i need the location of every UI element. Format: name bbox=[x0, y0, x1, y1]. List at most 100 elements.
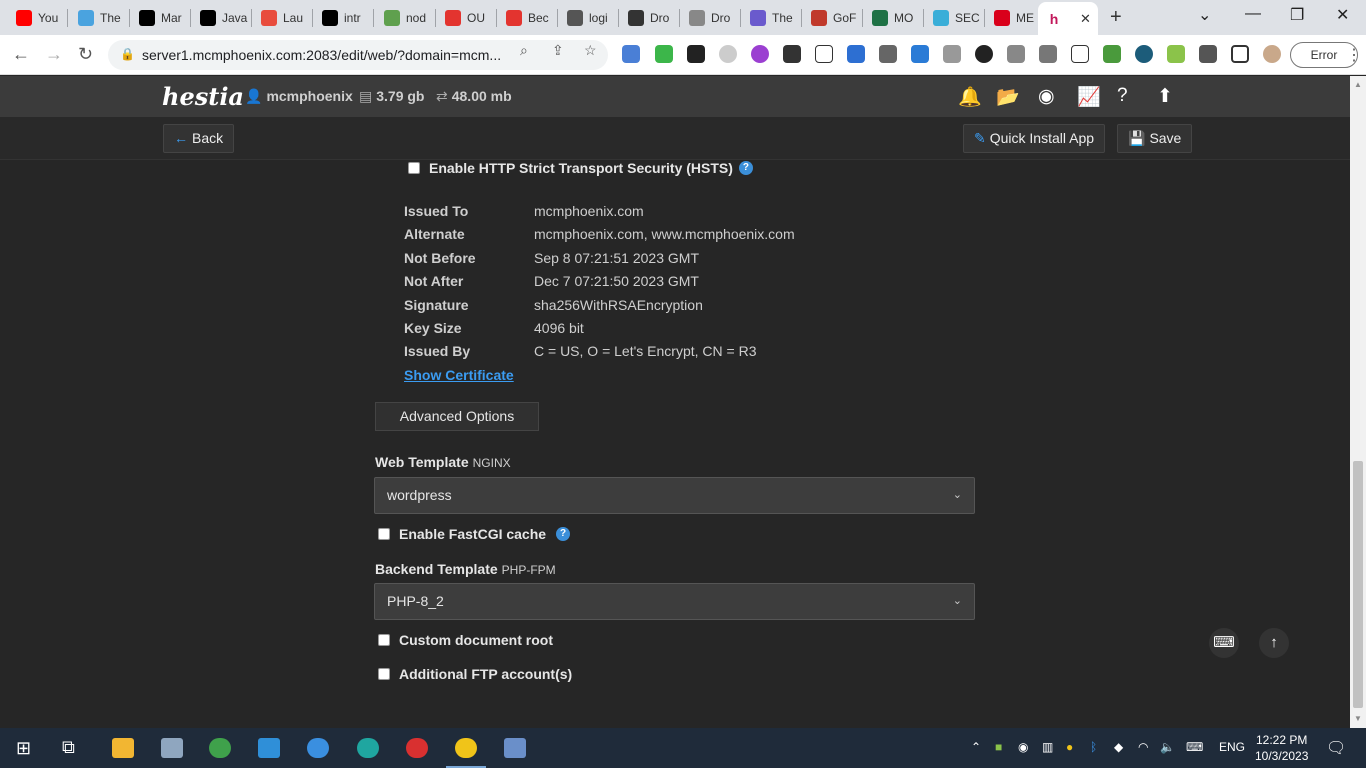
bookmark-star-icon[interactable]: ☆ bbox=[584, 42, 597, 59]
windows-start-icon[interactable]: ⊞ bbox=[16, 738, 31, 759]
language-indicator[interactable]: ENG bbox=[1219, 740, 1245, 754]
upload-icon[interactable]: ⬆ bbox=[1157, 85, 1173, 108]
show-certificate-link[interactable]: Show Certificate bbox=[404, 367, 514, 383]
browser-tab[interactable]: ME bbox=[986, 4, 1042, 31]
tray-app-icon[interactable]: ▥ bbox=[1042, 740, 1053, 754]
browser-menu-icon[interactable]: ⋮ bbox=[1346, 45, 1362, 65]
extension-icon[interactable] bbox=[719, 45, 737, 63]
gear-extension-icon[interactable] bbox=[1039, 45, 1057, 63]
web-template-select[interactable]: wordpress ⌄ bbox=[374, 477, 975, 514]
tab-hestia-active[interactable]: h ✕ bbox=[1038, 2, 1098, 35]
quick-install-button[interactable]: ✎ Quick Install App bbox=[963, 124, 1106, 153]
extension-icon[interactable] bbox=[911, 45, 929, 63]
bell-icon[interactable]: 🔔 bbox=[958, 85, 982, 109]
remote-desktop-icon[interactable] bbox=[504, 738, 526, 758]
page-scrollbar[interactable]: ▲ ▼ bbox=[1350, 76, 1366, 728]
minimize-icon[interactable]: — bbox=[1245, 5, 1261, 23]
extension-icon[interactable] bbox=[1103, 45, 1121, 63]
browser-tab[interactable]: The bbox=[70, 4, 126, 31]
back-button[interactable]: ← Back bbox=[163, 124, 235, 153]
user-circle-icon[interactable]: ◉ bbox=[1038, 85, 1055, 108]
reload-icon[interactable]: ↻ bbox=[78, 44, 93, 65]
forward-arrow-icon[interactable]: → bbox=[45, 44, 63, 65]
formula-extension-icon[interactable] bbox=[1071, 45, 1089, 63]
ftp-checkbox[interactable] bbox=[378, 668, 390, 680]
user-stat[interactable]: 👤 mcmphoenix bbox=[245, 88, 353, 105]
fastcgi-checkbox[interactable] bbox=[378, 528, 390, 540]
browser-tab[interactable]: Mar bbox=[131, 4, 187, 31]
browser-tab[interactable]: intr bbox=[314, 4, 370, 31]
browser-tab[interactable]: Lau bbox=[253, 4, 309, 31]
app-icon[interactable] bbox=[209, 738, 231, 758]
scroll-top-arrow-icon[interactable]: ↑ bbox=[1259, 628, 1289, 658]
backend-template-select[interactable]: PHP-8_2 ⌄ bbox=[374, 583, 975, 620]
notifications-icon[interactable]: 🗨 bbox=[1326, 738, 1346, 758]
json-extension-icon[interactable] bbox=[815, 45, 833, 63]
close-window-icon[interactable]: ✕ bbox=[1336, 5, 1349, 25]
extension-icon[interactable] bbox=[1135, 45, 1153, 63]
extension-icon[interactable] bbox=[751, 45, 769, 63]
keyboard-icon[interactable]: ⌨ bbox=[1186, 740, 1203, 754]
keyboard-shortcuts-icon[interactable]: ⌨ bbox=[1209, 628, 1239, 658]
tray-app-icon[interactable]: ■ bbox=[995, 740, 1002, 754]
task-view-icon[interactable]: ⧉ bbox=[62, 737, 75, 758]
translate-extension-icon[interactable] bbox=[622, 45, 640, 63]
browser-tab[interactable]: MO bbox=[864, 4, 920, 31]
scroll-down-icon[interactable]: ▼ bbox=[1354, 714, 1362, 723]
vscode-icon[interactable] bbox=[258, 738, 280, 758]
help-icon[interactable]: ? bbox=[1117, 85, 1128, 107]
mail-extension-icon[interactable] bbox=[879, 45, 897, 63]
app-icon[interactable] bbox=[406, 738, 428, 758]
file-explorer-icon[interactable] bbox=[112, 738, 134, 758]
help-icon[interactable]: ? bbox=[738, 161, 753, 175]
browser-tab[interactable]: Dro bbox=[620, 4, 676, 31]
browser-tab[interactable]: GoF bbox=[803, 4, 859, 31]
profile-avatar[interactable] bbox=[1263, 45, 1281, 63]
extension-icon[interactable] bbox=[783, 45, 801, 63]
extension-icon[interactable] bbox=[1167, 45, 1185, 63]
clock[interactable]: 12:22 PM 10/3/2023 bbox=[1255, 732, 1308, 764]
chart-line-icon[interactable]: 📈 bbox=[1077, 85, 1101, 109]
hestia-logo[interactable]: hestia bbox=[162, 82, 244, 111]
show-hidden-icons-chevron-icon[interactable]: ⌃ bbox=[971, 740, 981, 754]
extension-icon[interactable] bbox=[847, 45, 865, 63]
close-tab-icon[interactable]: ✕ bbox=[1080, 11, 1091, 27]
tray-app-icon[interactable]: ◆ bbox=[1114, 740, 1123, 754]
chrome-icon[interactable] bbox=[455, 738, 477, 758]
folder-icon[interactable]: 📂 bbox=[996, 85, 1020, 109]
new-tab-icon[interactable]: + bbox=[1110, 6, 1122, 29]
puzzle-icon[interactable] bbox=[1199, 45, 1217, 63]
search-icon[interactable]: ⌕ bbox=[520, 42, 528, 59]
browser-tab[interactable]: logi bbox=[559, 4, 615, 31]
share-icon[interactable]: ⇪ bbox=[552, 42, 564, 59]
bluetooth-icon[interactable]: ᛒ bbox=[1090, 740, 1097, 754]
browser-tab[interactable]: OU bbox=[437, 4, 493, 31]
extension-icon[interactable] bbox=[943, 45, 961, 63]
browser-tab[interactable]: The bbox=[742, 4, 798, 31]
custom-docroot-checkbox[interactable] bbox=[378, 634, 390, 646]
shield-extension-icon[interactable] bbox=[655, 45, 673, 63]
hsts-checkbox[interactable] bbox=[408, 162, 420, 174]
browser-tab[interactable]: You bbox=[8, 4, 64, 31]
browser-tab[interactable]: SEC bbox=[925, 4, 981, 31]
browser-tab[interactable]: Dro bbox=[681, 4, 737, 31]
tray-app-icon[interactable]: ◉ bbox=[1018, 740, 1028, 754]
side-panel-icon[interactable] bbox=[1231, 45, 1249, 63]
extension-icon[interactable] bbox=[687, 45, 705, 63]
save-button[interactable]: 💾 Save bbox=[1117, 124, 1193, 153]
extension-icon[interactable] bbox=[1007, 45, 1025, 63]
notepad-icon[interactable] bbox=[161, 738, 183, 758]
advanced-options-button[interactable]: Advanced Options bbox=[375, 402, 539, 431]
browser-tab[interactable]: nod bbox=[376, 4, 432, 31]
extension-icon[interactable] bbox=[975, 45, 993, 63]
help-icon[interactable]: ? bbox=[556, 527, 571, 541]
address-bar[interactable]: 🔒 server1.mcmphoenix.com:2083/edit/web/?… bbox=[108, 40, 608, 70]
scroll-thumb[interactable] bbox=[1353, 461, 1363, 708]
scroll-up-icon[interactable]: ▲ bbox=[1354, 80, 1362, 89]
browser-tab[interactable]: Bec bbox=[498, 4, 554, 31]
firefox-icon[interactable] bbox=[307, 738, 329, 758]
restore-icon[interactable]: ❐ bbox=[1290, 5, 1304, 25]
tab-search-chevron-icon[interactable]: ⌄ bbox=[1198, 5, 1211, 25]
edge-icon[interactable] bbox=[357, 738, 379, 758]
browser-tab[interactable]: Java bbox=[192, 4, 248, 31]
